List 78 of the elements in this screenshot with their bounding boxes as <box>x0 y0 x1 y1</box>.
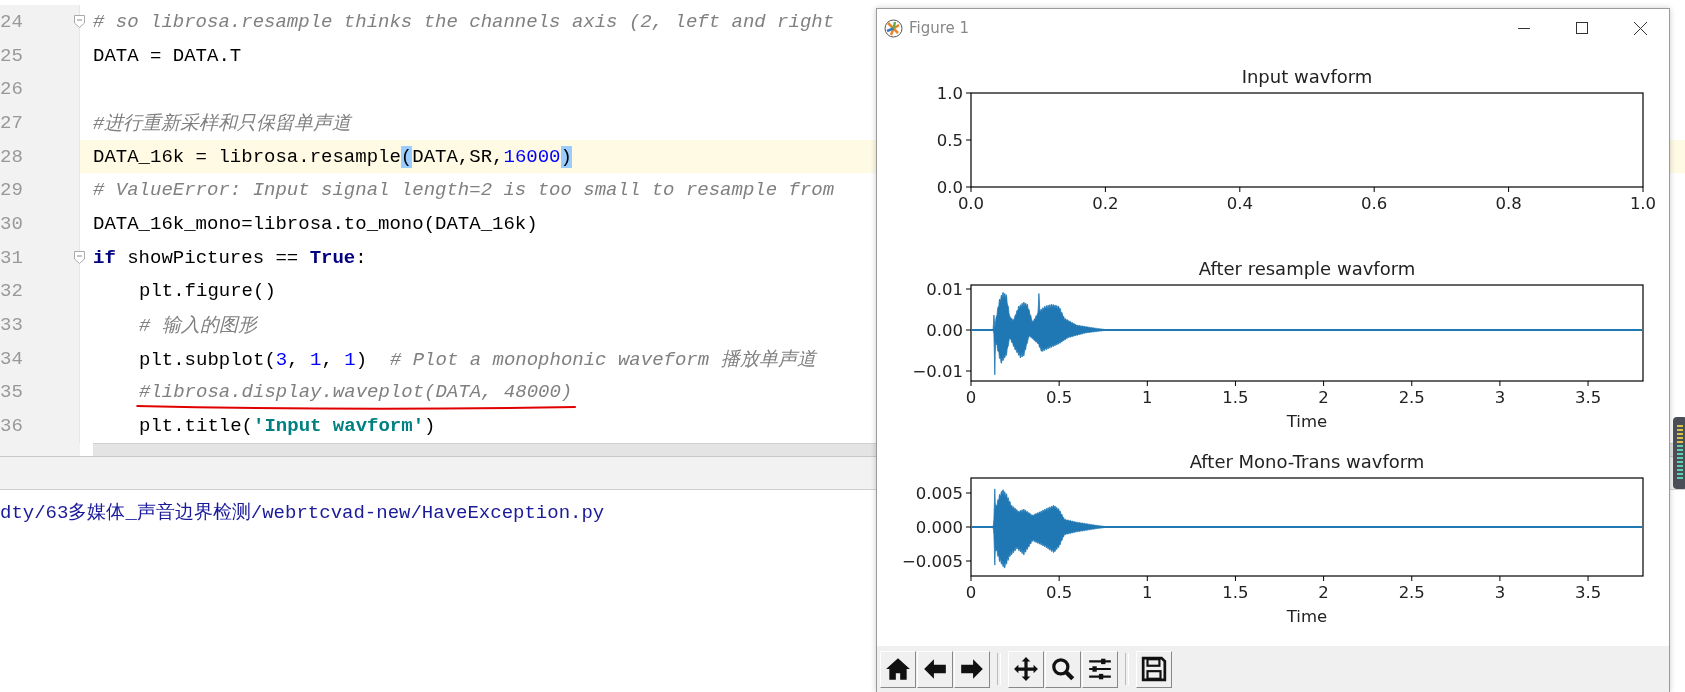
configure-button[interactable] <box>1082 650 1118 688</box>
tick-label: 3.5 <box>1574 388 1602 407</box>
zoom-button[interactable] <box>1045 650 1081 688</box>
window-title: Figure 1 <box>909 19 970 37</box>
tick-label: 0.005 <box>915 484 963 503</box>
line-number: 35 <box>0 381 23 404</box>
app-logo-icon <box>884 18 903 38</box>
line-number: 32 <box>0 280 23 303</box>
line-number: 30 <box>0 212 23 235</box>
tick-label: 0.000 <box>915 518 963 537</box>
tick-label: 0.5 <box>1046 583 1073 602</box>
tick-label: 2 <box>1318 583 1329 602</box>
line-number: 29 <box>0 179 23 202</box>
tick-label: 2.5 <box>1398 583 1425 602</box>
code-line: # so librosa.resample thinks the channels axis (2, left and right <box>92 10 835 33</box>
code-line: DATA_16k = librosa.resample(DATA,SR,16000) <box>92 145 572 168</box>
code-line: DATA = DATA.T <box>92 44 242 67</box>
code-line: #进行重新采样和只保留单声道 <box>92 111 352 136</box>
code-line: if showPictures == True: <box>92 246 367 269</box>
plot-title: After resample wavform <box>1198 258 1416 279</box>
code-line: #librosa.display.waveplot(DATA, 48000) <box>80 381 573 404</box>
pan-button[interactable] <box>1008 650 1044 688</box>
axis-label: Time <box>1286 607 1328 626</box>
tick-label: 3 <box>1494 583 1506 602</box>
plot-title: Input wavform <box>1241 66 1373 87</box>
forward-button[interactable] <box>954 650 990 688</box>
tick-label: 0.8 <box>1495 194 1522 213</box>
tick-label: 0.01 <box>926 280 963 299</box>
tick-label: 1.0 <box>936 84 963 103</box>
sliders-icon <box>1087 656 1113 682</box>
back-button[interactable] <box>917 650 953 688</box>
home-button[interactable] <box>880 650 916 688</box>
tick-label: 3.5 <box>1574 583 1602 602</box>
axis-label: Time <box>1286 412 1328 431</box>
tick-label: 2.5 <box>1398 388 1425 407</box>
plot-title: After Mono-Trans wavform <box>1189 451 1425 472</box>
search-icon <box>1050 656 1076 682</box>
tick-label: 1.5 <box>1222 388 1249 407</box>
code-line: # ValueError: Input signal length=2 is too small to resample from <box>92 179 835 202</box>
tick-label: 1 <box>1142 388 1153 407</box>
tick-label: 0.0 <box>957 194 985 213</box>
tick-label: 3 <box>1494 388 1506 407</box>
tick-label: 1 <box>1142 583 1153 602</box>
tick-label: 0.0 <box>936 178 963 197</box>
tick-label: 0.5 <box>936 131 963 150</box>
code-line: plt.title('Input wavform') <box>138 415 436 438</box>
line-number: 24 <box>0 10 23 33</box>
level-meter-icon <box>1673 417 1685 489</box>
line-number: 31 <box>0 246 23 269</box>
line-number: 36 <box>0 415 23 438</box>
line-number: 27 <box>0 111 23 134</box>
tick-label: 0.4 <box>1226 194 1253 213</box>
file-link[interactable]: dty/63多媒体_声音边界检测/webrtcvad-new/HaveException.py <box>0 502 605 524</box>
code-line: # 输入的图形 <box>138 314 257 339</box>
line-number: 33 <box>0 314 23 337</box>
maximize-icon <box>1576 22 1588 34</box>
home-icon <box>885 656 911 682</box>
save-button[interactable] <box>1136 650 1172 688</box>
line-number: 28 <box>0 145 23 168</box>
line-number: 34 <box>0 347 23 370</box>
close-icon <box>1633 21 1647 35</box>
code-line: plt.subplot(3, 1, 1) # Plot a monophonic waveform 播放单声道 <box>138 347 816 372</box>
tick-label: 0.6 <box>1361 194 1388 213</box>
tick-label: 1.5 <box>1222 583 1249 602</box>
tick-label: 0.00 <box>926 321 963 340</box>
move-arrows-icon <box>1013 656 1039 682</box>
tick-label: 0.2 <box>1092 194 1119 213</box>
tick-label: 0 <box>965 388 977 407</box>
tick-label: 0.5 <box>1046 388 1073 407</box>
tick-label: −0.005 <box>901 552 963 571</box>
code-line: plt.figure() <box>138 280 276 303</box>
line-number: 25 <box>0 44 23 67</box>
tick-label: 1.0 <box>1629 194 1657 213</box>
tick-label: −0.01 <box>912 362 963 381</box>
tick-label: 0 <box>965 583 977 602</box>
line-number: 26 <box>0 78 23 101</box>
tick-label: 2 <box>1318 388 1329 407</box>
code-line: DATA_16k_mono=librosa.to_mono(DATA_16k) <box>92 212 538 235</box>
